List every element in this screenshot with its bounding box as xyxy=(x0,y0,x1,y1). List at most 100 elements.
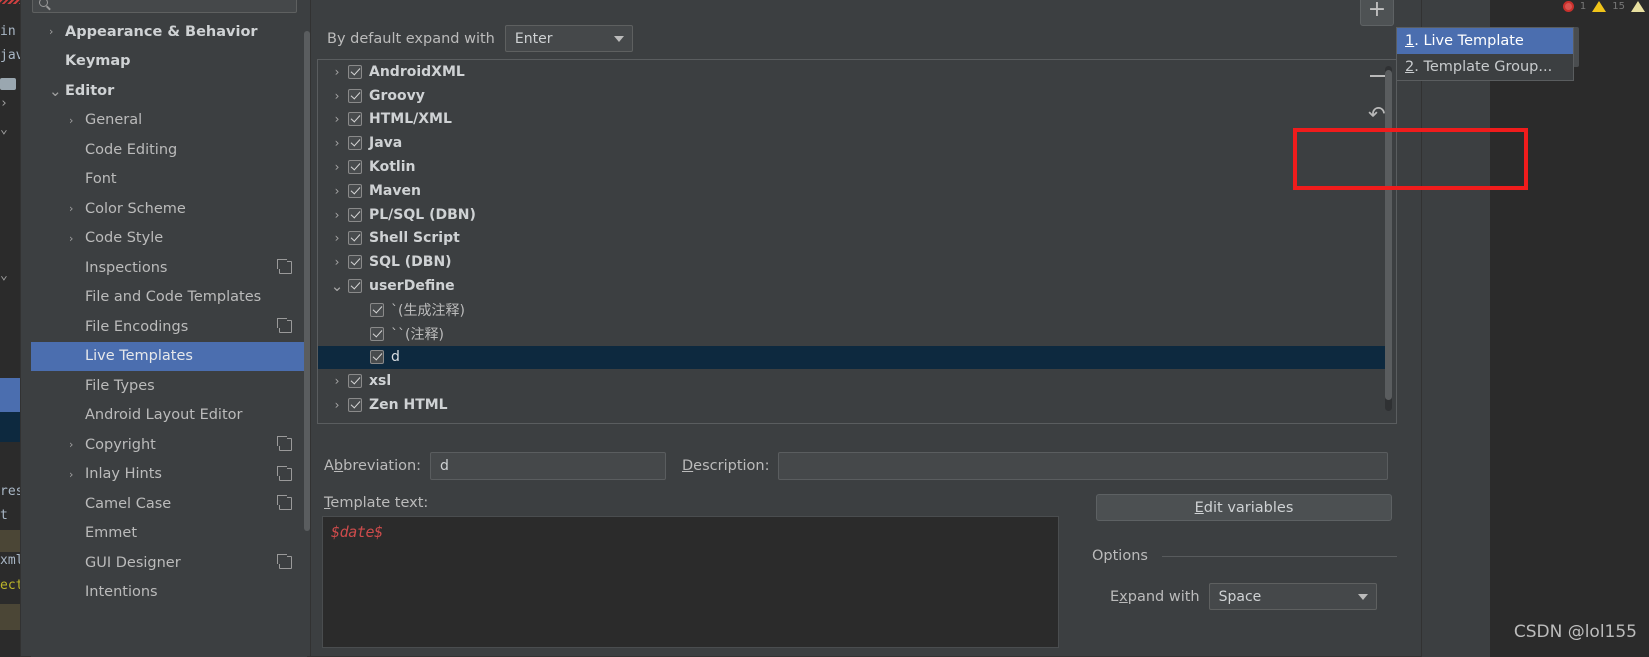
inspection-widget[interactable]: 1 15 xyxy=(1562,0,1645,13)
ide-top-inspection-bar: 1 15 xyxy=(1490,0,1649,13)
revert-template-button[interactable]: ↷ xyxy=(1360,98,1394,130)
copy-settings-icon[interactable] xyxy=(277,495,292,511)
template-tree-row[interactable]: › HTML/XML xyxy=(318,108,1386,132)
copy-settings-icon[interactable] xyxy=(277,318,292,334)
template-checkbox[interactable] xyxy=(370,326,384,341)
chevron-right-icon[interactable]: › xyxy=(326,208,348,222)
template-checkbox[interactable] xyxy=(348,398,362,413)
menu-item-template-group[interactable]: 2. Template Group... xyxy=(1397,54,1573,80)
sidebar-item-keymap[interactable]: ›Keymap xyxy=(31,47,307,77)
template-tree[interactable]: › AndroidXML › Groovy › HTML/XML › Java › Kotlin ›… xyxy=(318,60,1386,423)
sidebar-item-code-style[interactable]: › Code Style xyxy=(31,224,307,254)
chevron-right-icon[interactable]: › xyxy=(326,184,348,198)
default-expand-select[interactable]: Enter xyxy=(504,25,633,52)
sidebar-item-intentions[interactable]: ›Intentions xyxy=(31,578,307,608)
weak-warning-icon xyxy=(1631,1,1645,12)
chevron-right-icon[interactable]: › xyxy=(326,231,348,245)
template-tree-row[interactable]: › AndroidXML xyxy=(318,60,1386,84)
menu-mnemonic: 1 xyxy=(1405,33,1415,49)
template-checkbox[interactable] xyxy=(348,374,362,389)
chevron-right-icon[interactable]: › xyxy=(326,136,348,150)
template-tree-row[interactable]: ⌄ userDefine xyxy=(318,274,1386,298)
template-checkbox[interactable] xyxy=(348,136,362,151)
template-checkbox[interactable] xyxy=(348,88,362,103)
copy-settings-icon[interactable] xyxy=(277,465,292,481)
template-checkbox[interactable] xyxy=(348,183,362,198)
copy-settings-icon[interactable] xyxy=(277,259,292,275)
sidebar-item-camel-case[interactable]: ›Camel Case xyxy=(31,489,307,519)
template-checkbox[interactable] xyxy=(348,279,362,294)
folder-icon xyxy=(0,78,16,90)
expand-with-select[interactable]: Space xyxy=(1208,583,1377,610)
chevron-right-icon: › xyxy=(69,113,74,127)
template-tree-row[interactable]: ›`(生成注释) xyxy=(318,298,1386,322)
template-tree-row[interactable]: › Groovy xyxy=(318,84,1386,108)
template-tree-row[interactable]: › SQL (DBN) xyxy=(318,250,1386,274)
template-tree-row[interactable]: › Zen HTML xyxy=(318,393,1386,417)
template-tree-row[interactable]: ›``(注释) xyxy=(318,322,1386,346)
sidebar-item-file-types[interactable]: ›File Types xyxy=(31,371,307,401)
screenshot-root: 1 15 in jav › ⌄ ⌄ res t xml ect m ⟳ ✕ xyxy=(0,0,1649,657)
chevron-right-icon[interactable]: › xyxy=(326,160,348,174)
add-template-button[interactable]: + xyxy=(1360,0,1394,26)
sidebar-item-live-templates[interactable]: ›Live Templates xyxy=(31,341,307,371)
template-tree-panel: › AndroidXML › Groovy › HTML/XML › Java › Kotlin ›… xyxy=(317,59,1397,424)
template-checkbox[interactable] xyxy=(348,112,362,127)
chevron-right-icon[interactable]: › xyxy=(326,112,348,126)
settings-search-input[interactable] xyxy=(32,0,297,13)
chevron-right-icon[interactable]: › xyxy=(326,398,348,412)
template-checkbox[interactable] xyxy=(348,160,362,175)
sidebar-item-file-and-code-templates[interactable]: ›File and Code Templates xyxy=(31,283,307,313)
sidebar-item-code-editing[interactable]: ›Code Editing xyxy=(31,135,307,165)
sidebar-item-android-layout-editor[interactable]: ›Android Layout Editor xyxy=(31,401,307,431)
copy-settings-icon[interactable] xyxy=(277,436,292,452)
template-checkbox[interactable] xyxy=(348,64,362,79)
sidebar-item-editor[interactable]: ⌄ Editor xyxy=(31,76,307,106)
edit-variables-button[interactable]: Edit variables xyxy=(1096,494,1392,521)
sidebar-item-file-encodings[interactable]: ›File Encodings xyxy=(31,312,307,342)
template-row-label: d xyxy=(391,349,400,366)
template-tree-row[interactable]: ›d xyxy=(318,345,1386,370)
template-tree-row[interactable]: › xsl xyxy=(318,369,1386,393)
sidebar-item-copyright[interactable]: › Copyright xyxy=(31,430,307,460)
sidebar-item-emmet[interactable]: ›Emmet xyxy=(31,519,307,549)
sidebar-item-appearance-behavior[interactable]: › Appearance & Behavior xyxy=(31,17,307,47)
chevron-right-icon[interactable]: › xyxy=(326,255,348,269)
chevron-down-icon[interactable]: ⌄ xyxy=(326,277,348,295)
abbreviation-input[interactable]: d xyxy=(430,452,666,480)
sidebar-item-color-scheme[interactable]: › Color Scheme xyxy=(31,194,307,224)
copy-settings-icon[interactable] xyxy=(277,554,292,570)
sidebar-item-font[interactable]: ›Font xyxy=(31,165,307,195)
template-checkbox[interactable] xyxy=(348,231,362,246)
chevron-right-icon[interactable]: › xyxy=(326,374,348,388)
chevron-right-icon[interactable]: › xyxy=(326,65,348,79)
sidebar-item-general[interactable]: › General xyxy=(31,106,307,136)
sidebar-item-label: Appearance & Behavior xyxy=(65,23,258,40)
template-checkbox[interactable] xyxy=(348,255,362,270)
template-checkbox[interactable] xyxy=(348,207,362,222)
sidebar-item-gui-designer[interactable]: ›GUI Designer xyxy=(31,548,307,578)
highlight-band xyxy=(0,530,20,552)
menu-item-live-template[interactable]: 1. Live Template xyxy=(1397,28,1573,54)
add-template-popup-menu[interactable]: 1. Live Template 2. Template Group... xyxy=(1396,27,1574,81)
template-checkbox[interactable] xyxy=(370,350,384,365)
template-tree-row[interactable]: › Maven xyxy=(318,179,1386,203)
tmpl-suffix: emplate text: xyxy=(330,495,429,511)
sidebar-item-inlay-hints[interactable]: › Inlay Hints xyxy=(31,460,307,490)
template-tree-row[interactable]: › Java xyxy=(318,131,1386,155)
template-tree-row[interactable]: › Kotlin xyxy=(318,155,1386,179)
minus-icon xyxy=(1369,75,1385,77)
template-tree-row[interactable]: › PL/SQL (DBN) xyxy=(318,203,1386,227)
description-input[interactable] xyxy=(778,452,1388,480)
sidebar-item-label: GUI Designer xyxy=(85,554,181,571)
expand-with-label: Expand with xyxy=(1110,589,1200,605)
chevron-right-icon[interactable]: › xyxy=(326,89,348,103)
template-text-editor[interactable]: $date$ xyxy=(322,516,1059,648)
remove-template-button[interactable] xyxy=(1360,60,1394,92)
sidebar-item-inspections[interactable]: ›Inspections xyxy=(31,253,307,283)
settings-category-tree[interactable]: ›Appearance & Behavior›Keymap⌄Editor›Gen… xyxy=(31,17,307,657)
template-tree-row[interactable]: › Shell Script xyxy=(318,227,1386,251)
watermark: CSDN @lol155 xyxy=(1513,622,1637,642)
template-checkbox[interactable] xyxy=(370,302,384,317)
sidebar-item-label: Font xyxy=(85,171,117,188)
